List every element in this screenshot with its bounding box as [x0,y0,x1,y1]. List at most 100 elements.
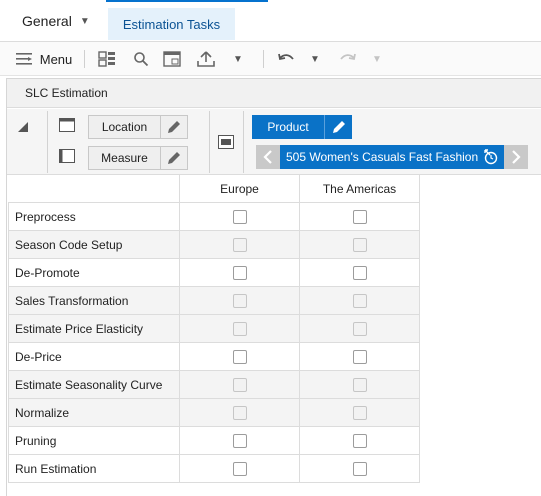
grid-cell [299,398,420,427]
row-label: Run Estimation [8,454,180,483]
task-checkbox[interactable] [232,209,247,224]
task-checkbox[interactable] [232,433,247,448]
chevron-down-icon: ▼ [372,53,382,65]
grid-cell [179,370,300,399]
product-edit-button[interactable] [324,115,352,139]
task-checkbox[interactable] [232,349,247,364]
measure-dimension-button[interactable]: Measure [88,146,161,170]
grid-cell [179,314,300,343]
redo-button[interactable] [338,42,358,76]
location-edit-button[interactable] [160,115,188,139]
tab-general[interactable]: General ▼ [8,2,98,40]
menu-button[interactable]: Menu [14,42,74,76]
measure-edit-button[interactable] [160,146,188,170]
table-row: De-Price [8,342,420,371]
product-dimension-button[interactable]: Product [252,115,324,139]
task-checkbox[interactable] [232,461,247,476]
task-checkbox [232,377,247,392]
table-row: Pruning [8,426,420,455]
tab-general-label: General [22,13,72,29]
grid-cell [299,426,420,455]
task-checkbox[interactable] [232,265,247,280]
toolbar-divider [84,50,85,68]
pencil-icon [168,121,180,133]
grid-cell [299,202,420,231]
table-row: Run Estimation [8,454,420,483]
product-label: Product [267,120,309,134]
column-header-the-americas[interactable]: The Americas [299,174,420,203]
location-layout-toggle[interactable] [59,118,75,132]
undo-button[interactable] [276,42,296,76]
task-checkbox [352,405,367,420]
task-checkbox[interactable] [352,349,367,364]
table-row: De-Promote [8,258,420,287]
undo-icon [278,53,294,61]
calculator-icon [163,51,181,67]
tab-estimation-tasks[interactable]: Estimation Tasks [108,8,235,40]
redo-dropdown-button[interactable]: ▼ [368,42,386,76]
location-label: Location [101,120,148,134]
upload-icon [197,51,215,67]
row-label: Pruning [8,426,180,455]
grid-cell [179,230,300,259]
table-row: Sales Transformation [8,286,420,315]
estimation-grid: Europe The Americas Preprocess Season Cod… [8,174,420,483]
page-layout-toggle[interactable] [218,135,234,149]
task-checkbox[interactable] [352,433,367,448]
row-label: De-Promote [8,258,180,287]
location-dimension-button[interactable]: Location [88,115,161,139]
undo-dropdown-button[interactable]: ▼ [306,42,324,76]
product-member-selector[interactable]: 505 Women's Casuals Fast Fashion [280,145,504,169]
page-axis-icon [218,135,234,149]
grid-cell [179,202,300,231]
row-label: De-Price [8,342,180,371]
table-row: Season Code Setup [8,230,420,259]
task-checkbox [352,377,367,392]
chevron-down-icon: ▼ [233,53,243,65]
measure-label: Measure [101,151,148,165]
chevron-left-icon [263,150,272,164]
calculator-button[interactable] [161,42,183,76]
grid-header-row: Europe The Americas [8,174,420,203]
task-checkbox[interactable] [352,461,367,476]
row-label: Estimate Price Elasticity [8,314,180,343]
measure-layout-toggle[interactable] [59,149,75,163]
grid-layout-icon [98,51,115,67]
grid-cell [179,286,300,315]
pov-divider [209,111,210,173]
member-refresh-icon[interactable] [482,148,500,166]
triangle-down-left-icon [18,122,28,132]
table-row: Preprocess [8,202,420,231]
grid-cell [299,258,420,287]
menu-label: Menu [39,51,73,67]
task-checkbox [352,293,367,308]
table-row: Estimate Seasonality Curve [8,370,420,399]
export-button[interactable] [195,42,217,76]
layout-button[interactable] [96,42,118,76]
grid-cell [299,342,420,371]
find-button[interactable] [130,42,152,76]
collapse-toggle[interactable] [17,121,33,137]
pencil-icon [332,121,345,133]
row-label: Sales Transformation [8,286,180,315]
task-checkbox [352,321,367,336]
column-header-icon [59,149,75,163]
grid-cell [179,426,300,455]
pov-divider [243,111,244,173]
chevron-down-icon[interactable]: ▼ [80,16,90,27]
table-row: Normalize [8,398,420,427]
task-checkbox [232,405,247,420]
pencil-icon [168,152,180,164]
grid-cell [299,314,420,343]
tab-bar: General ▼ Estimation Tasks [0,2,541,42]
redo-icon [340,53,356,61]
grid-cell [179,258,300,287]
row-label: Normalize [8,398,180,427]
grid-cell [299,454,420,483]
column-header-europe[interactable]: Europe [179,174,300,203]
task-checkbox[interactable] [352,265,367,280]
task-checkbox[interactable] [352,209,367,224]
export-dropdown-button[interactable]: ▼ [229,42,247,76]
product-next-button[interactable] [504,145,528,169]
product-prev-button[interactable] [256,145,280,169]
